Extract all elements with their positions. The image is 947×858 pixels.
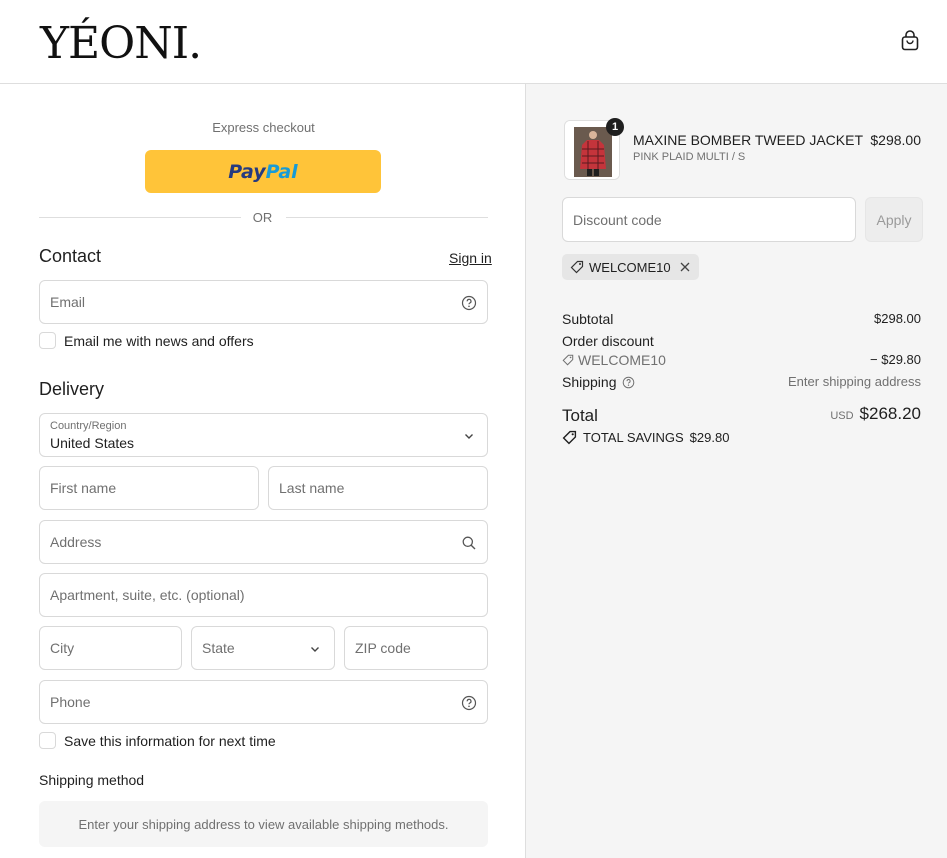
chevron-down-icon	[307, 641, 323, 657]
applied-discount-chip: WELCOME10	[562, 254, 699, 280]
help-icon[interactable]	[622, 376, 635, 389]
quantity-badge: 1	[606, 118, 624, 136]
search-icon	[461, 535, 477, 551]
help-icon[interactable]	[461, 295, 477, 311]
total-label: Total	[562, 406, 598, 425]
total-value-group: USD $268.20	[830, 404, 921, 424]
order-discount-code-row: WELCOME10	[562, 352, 666, 368]
shipping-value: Enter shipping address	[788, 374, 921, 389]
city-field[interactable]: City	[39, 626, 182, 670]
save-info-label: Save this information for next time	[64, 732, 276, 749]
phone-field[interactable]: Phone	[39, 680, 488, 724]
subtotal-label: Subtotal	[562, 311, 614, 327]
subtotal-value: $298.00	[874, 311, 921, 326]
state-select[interactable]: State	[191, 626, 335, 670]
shipping-method-title: Shipping method	[39, 772, 145, 788]
address-placeholder: Address	[50, 534, 102, 550]
last-name-placeholder: Last name	[279, 480, 345, 496]
remove-discount-icon[interactable]	[679, 261, 691, 273]
order-discount-code: WELCOME10	[578, 352, 666, 368]
shopping-bag-icon[interactable]	[898, 29, 922, 53]
savings-value: $29.80	[689, 430, 730, 445]
country-value: United States	[50, 435, 135, 451]
help-icon[interactable]	[461, 695, 477, 711]
country-select[interactable]: Country/Region United States	[39, 413, 488, 457]
save-info-checkbox[interactable]	[39, 732, 56, 749]
total-savings: TOTAL SAVINGS $29.80	[562, 430, 729, 445]
save-info-option[interactable]: Save this information for next time	[39, 732, 276, 749]
newsletter-option[interactable]: Email me with news and offers	[39, 332, 254, 349]
tag-icon	[562, 430, 577, 445]
discount-placeholder: Discount code	[573, 212, 662, 228]
newsletter-checkbox[interactable]	[39, 332, 56, 349]
paypal-logo-part1: Pay	[228, 160, 266, 183]
total-currency: USD	[830, 410, 854, 422]
product-variant: PINK PLAID MULTI / S	[633, 151, 746, 163]
state-placeholder: State	[202, 640, 235, 656]
email-field[interactable]: Email	[39, 280, 488, 324]
apartment-placeholder: Apartment, suite, etc. (optional)	[50, 587, 245, 603]
contact-title: Contact	[39, 246, 102, 266]
order-discount-label: Order discount	[562, 333, 654, 349]
city-placeholder: City	[50, 640, 75, 656]
header: YÉONI.	[0, 0, 947, 84]
shipping-method-message: Enter your shipping address to view avai…	[39, 801, 488, 847]
discount-code-input[interactable]: Discount code	[562, 197, 856, 242]
order-discount-value: − $29.80	[870, 352, 921, 367]
country-label: Country/Region	[50, 420, 127, 432]
applied-discount-code: WELCOME10	[589, 259, 671, 275]
store-logo[interactable]: YÉONI.	[40, 16, 202, 72]
first-name-placeholder: First name	[50, 480, 117, 496]
email-placeholder: Email	[50, 294, 86, 310]
savings-label: TOTAL SAVINGS	[583, 430, 684, 445]
order-summary: 1 MAXINE BOMBER TWEED JACKET PINK PLAID …	[525, 84, 947, 858]
newsletter-label: Email me with news and offers	[64, 332, 254, 349]
express-checkout-title: Express checkout	[212, 120, 315, 135]
paypal-logo-part2: Pal	[265, 160, 298, 183]
product-name: MAXINE BOMBER TWEED JACKET	[633, 132, 863, 148]
delivery-title: Delivery	[39, 379, 105, 399]
apartment-field[interactable]: Apartment, suite, etc. (optional)	[39, 573, 488, 617]
first-name-field[interactable]: First name	[39, 466, 259, 510]
address-field[interactable]: Address	[39, 520, 488, 564]
apply-discount-button[interactable]: Apply	[865, 197, 923, 242]
phone-placeholder: Phone	[50, 694, 91, 710]
shipping-row: Shipping	[562, 374, 635, 390]
zip-placeholder: ZIP code	[355, 640, 411, 656]
or-divider-text: OR	[252, 210, 273, 225]
tag-icon	[562, 354, 574, 366]
tag-icon	[570, 260, 584, 274]
product-price: $298.00	[870, 132, 921, 148]
last-name-field[interactable]: Last name	[268, 466, 488, 510]
checkout-form: Express checkout Pay Pal OR Contact Sign …	[0, 84, 525, 858]
zip-field[interactable]: ZIP code	[344, 626, 488, 670]
sign-in-link[interactable]: Sign in	[449, 250, 492, 266]
paypal-button[interactable]: Pay Pal	[145, 150, 381, 193]
shipping-label: Shipping	[562, 374, 617, 390]
chevron-down-icon	[461, 428, 477, 444]
total-value: $268.20	[859, 404, 921, 423]
